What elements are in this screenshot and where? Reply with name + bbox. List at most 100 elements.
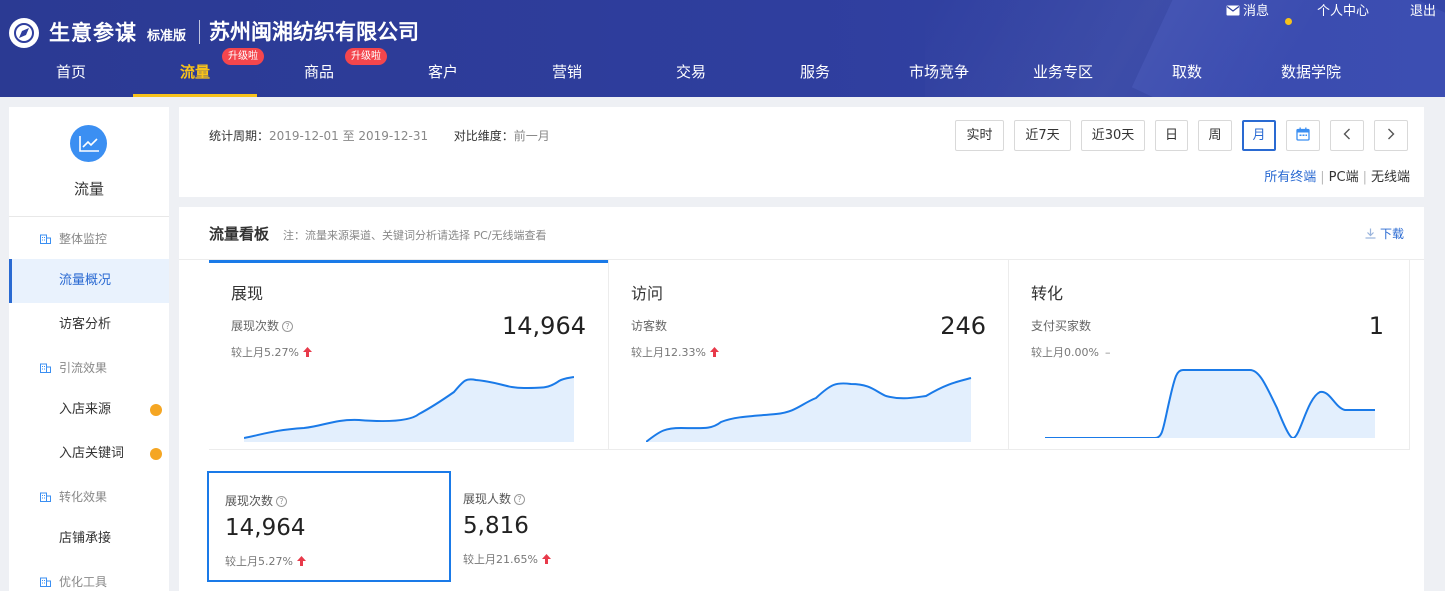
header-divider bbox=[199, 20, 200, 44]
sub-metric-compare: 较上月5.27% bbox=[225, 553, 306, 569]
calendar-button[interactable] bbox=[1286, 120, 1320, 151]
sidebar-group-label: 转化效果 bbox=[59, 490, 108, 504]
terminal-separator: | bbox=[1362, 170, 1367, 185]
card-compare-label: 较上月0.00% bbox=[1031, 346, 1099, 359]
profile-link[interactable]: 个人中心 bbox=[1317, 0, 1369, 19]
compass-logo-icon[interactable] bbox=[9, 18, 39, 48]
week-button[interactable]: 周 bbox=[1198, 120, 1232, 151]
sidebar-item-store-source[interactable]: 入店来源 bbox=[9, 388, 169, 432]
compare-value: 前一月 bbox=[513, 129, 550, 143]
arrow-up-icon bbox=[296, 556, 306, 566]
brand-name[interactable]: 生意参谋 bbox=[49, 17, 137, 47]
sub-metric-value: 5,816 bbox=[463, 513, 529, 539]
card-value: 1 bbox=[1368, 312, 1384, 340]
unread-dot bbox=[1285, 18, 1292, 25]
card-metric: 访客数 bbox=[631, 319, 668, 333]
messages-link[interactable]: 消息 bbox=[1226, 0, 1269, 19]
terminal-separator: | bbox=[1320, 170, 1325, 185]
arrow-up-icon bbox=[541, 554, 551, 564]
last-30-days-button[interactable]: 近30天 bbox=[1081, 120, 1145, 151]
realtime-button[interactable]: 实时 bbox=[955, 120, 1004, 151]
sidebar-item-visitor-analysis[interactable]: 访客分析 bbox=[9, 303, 169, 347]
prev-period-button[interactable] bbox=[1330, 120, 1364, 151]
sub-metric-compare-label: 较上月5.27% bbox=[225, 555, 293, 568]
card-value: 246 bbox=[940, 312, 986, 340]
sidebar-item-label: 入店关键词 bbox=[59, 446, 125, 461]
nav-data-fetch[interactable]: 取数 bbox=[1125, 56, 1249, 97]
sidebar-item-store-reception[interactable]: 店铺承接 bbox=[9, 517, 169, 561]
nav-customers[interactable]: 客户 bbox=[381, 56, 505, 97]
month-button[interactable]: 月 bbox=[1242, 120, 1276, 151]
impression-card[interactable]: 展现 展现次数? 14,964 较上月5.27% bbox=[209, 260, 609, 450]
card-name: 展现 bbox=[231, 284, 264, 303]
flat-trend-icon: – bbox=[1104, 346, 1111, 359]
top-header: 生意参谋 标准版 苏州闽湘纺织有限公司 消息 个人中心 退出 首页 流量 升级啦… bbox=[0, 0, 1445, 97]
sub-metric-value: 14,964 bbox=[225, 515, 306, 541]
conversion-card[interactable]: 转化 支付买家数 1 较上月0.00% – bbox=[1009, 260, 1410, 450]
sub-metric-label: 展现次数? bbox=[225, 492, 288, 509]
terminal-switch: 所有终端 | PC端 | 无线端 bbox=[1264, 166, 1410, 185]
board-note: 注：流量来源渠道、关键词分析请选择 PC/无线端查看 bbox=[283, 229, 547, 242]
sidebar-group-optimization: 优化工具 bbox=[40, 573, 107, 591]
sub-metric-impressions[interactable]: 展现次数? 14,964 较上月5.27% bbox=[207, 471, 451, 582]
card-compare-label: 较上月12.33% bbox=[631, 346, 706, 359]
nav-service[interactable]: 服务 bbox=[753, 56, 877, 97]
visit-card[interactable]: 访问 访客数 246 较上月12.33% bbox=[609, 260, 1009, 450]
sidebar-group-traffic-effect: 引流效果 bbox=[40, 359, 107, 377]
building-icon bbox=[40, 234, 51, 244]
download-link[interactable]: 下载 bbox=[1365, 225, 1404, 242]
period-label: 统计周期： bbox=[209, 129, 270, 143]
sub-metric-compare: 较上月21.65% bbox=[463, 551, 551, 567]
line-chart-icon bbox=[70, 125, 107, 162]
traffic-board: 流量看板 注：流量来源渠道、关键词分析请选择 PC/无线端查看 下载 展现 展现… bbox=[179, 207, 1424, 591]
building-icon bbox=[40, 577, 51, 587]
card-compare: 较上月0.00% – bbox=[1031, 344, 1110, 360]
terminal-pc[interactable]: PC端 bbox=[1329, 170, 1359, 185]
period-info: 统计周期：2019-12-01 至 2019-12-31 对比维度：前一月 bbox=[209, 127, 550, 144]
help-icon[interactable]: ? bbox=[276, 496, 288, 507]
logout-link[interactable]: 退出 bbox=[1410, 0, 1436, 19]
board-title: 流量看板 bbox=[209, 225, 270, 243]
terminal-all[interactable]: 所有终端 bbox=[1264, 170, 1316, 185]
card-compare: 较上月12.33% bbox=[631, 344, 719, 360]
messages-label: 消息 bbox=[1243, 4, 1270, 19]
nav-academy[interactable]: 数据学院 bbox=[1249, 56, 1373, 97]
sub-metric-compare-label: 较上月21.65% bbox=[463, 553, 538, 566]
chevron-left-icon bbox=[1343, 128, 1350, 140]
period-value: 2019-12-01 至 2019-12-31 bbox=[269, 129, 429, 143]
arrow-up-icon bbox=[302, 347, 312, 357]
sidebar-group-label: 优化工具 bbox=[59, 575, 108, 589]
building-icon bbox=[40, 492, 51, 502]
sub-metric-impression-users[interactable]: 展现人数? 5,816 较上月21.65% bbox=[447, 471, 691, 582]
help-icon[interactable]: ? bbox=[282, 321, 294, 332]
sub-metric-name: 展现次数 bbox=[225, 494, 274, 508]
mail-icon bbox=[1226, 5, 1240, 16]
sidebar-group-conversion: 转化效果 bbox=[40, 488, 107, 506]
sub-metric-name: 展现人数 bbox=[463, 492, 512, 506]
download-label: 下载 bbox=[1379, 227, 1404, 241]
next-period-button[interactable] bbox=[1374, 120, 1408, 151]
card-metric: 支付买家数 bbox=[1031, 319, 1092, 333]
sidebar-group-overall: 整体监控 bbox=[40, 230, 107, 248]
day-button[interactable]: 日 bbox=[1155, 120, 1188, 151]
chevron-right-icon bbox=[1388, 128, 1395, 140]
filter-panel: 统计周期：2019-12-01 至 2019-12-31 对比维度：前一月 实时… bbox=[179, 107, 1424, 197]
download-icon bbox=[1365, 228, 1376, 239]
conversion-sparkline bbox=[1045, 369, 1375, 438]
nav-business[interactable]: 业务专区 bbox=[1001, 56, 1125, 97]
help-icon[interactable]: ? bbox=[514, 494, 526, 505]
sidebar-group-label: 整体监控 bbox=[59, 232, 108, 246]
nav-trade[interactable]: 交易 bbox=[629, 56, 753, 97]
card-name: 访问 bbox=[631, 284, 664, 303]
sidebar-item-traffic-overview[interactable]: 流量概况 bbox=[9, 259, 169, 303]
sidebar-item-store-keywords[interactable]: 入店关键词 bbox=[9, 432, 169, 476]
last-7-days-button[interactable]: 近7天 bbox=[1014, 120, 1071, 151]
compare-label: 对比维度： bbox=[453, 129, 514, 143]
nav-marketing[interactable]: 营销 bbox=[505, 56, 629, 97]
nav-market[interactable]: 市场竞争 bbox=[877, 56, 1001, 97]
calendar-icon bbox=[1296, 127, 1310, 141]
terminal-wireless[interactable]: 无线端 bbox=[1371, 170, 1410, 185]
nav-home[interactable]: 首页 bbox=[9, 56, 133, 97]
sidebar-group-label: 引流效果 bbox=[59, 361, 108, 375]
card-metric: 展现次数? bbox=[231, 317, 294, 334]
